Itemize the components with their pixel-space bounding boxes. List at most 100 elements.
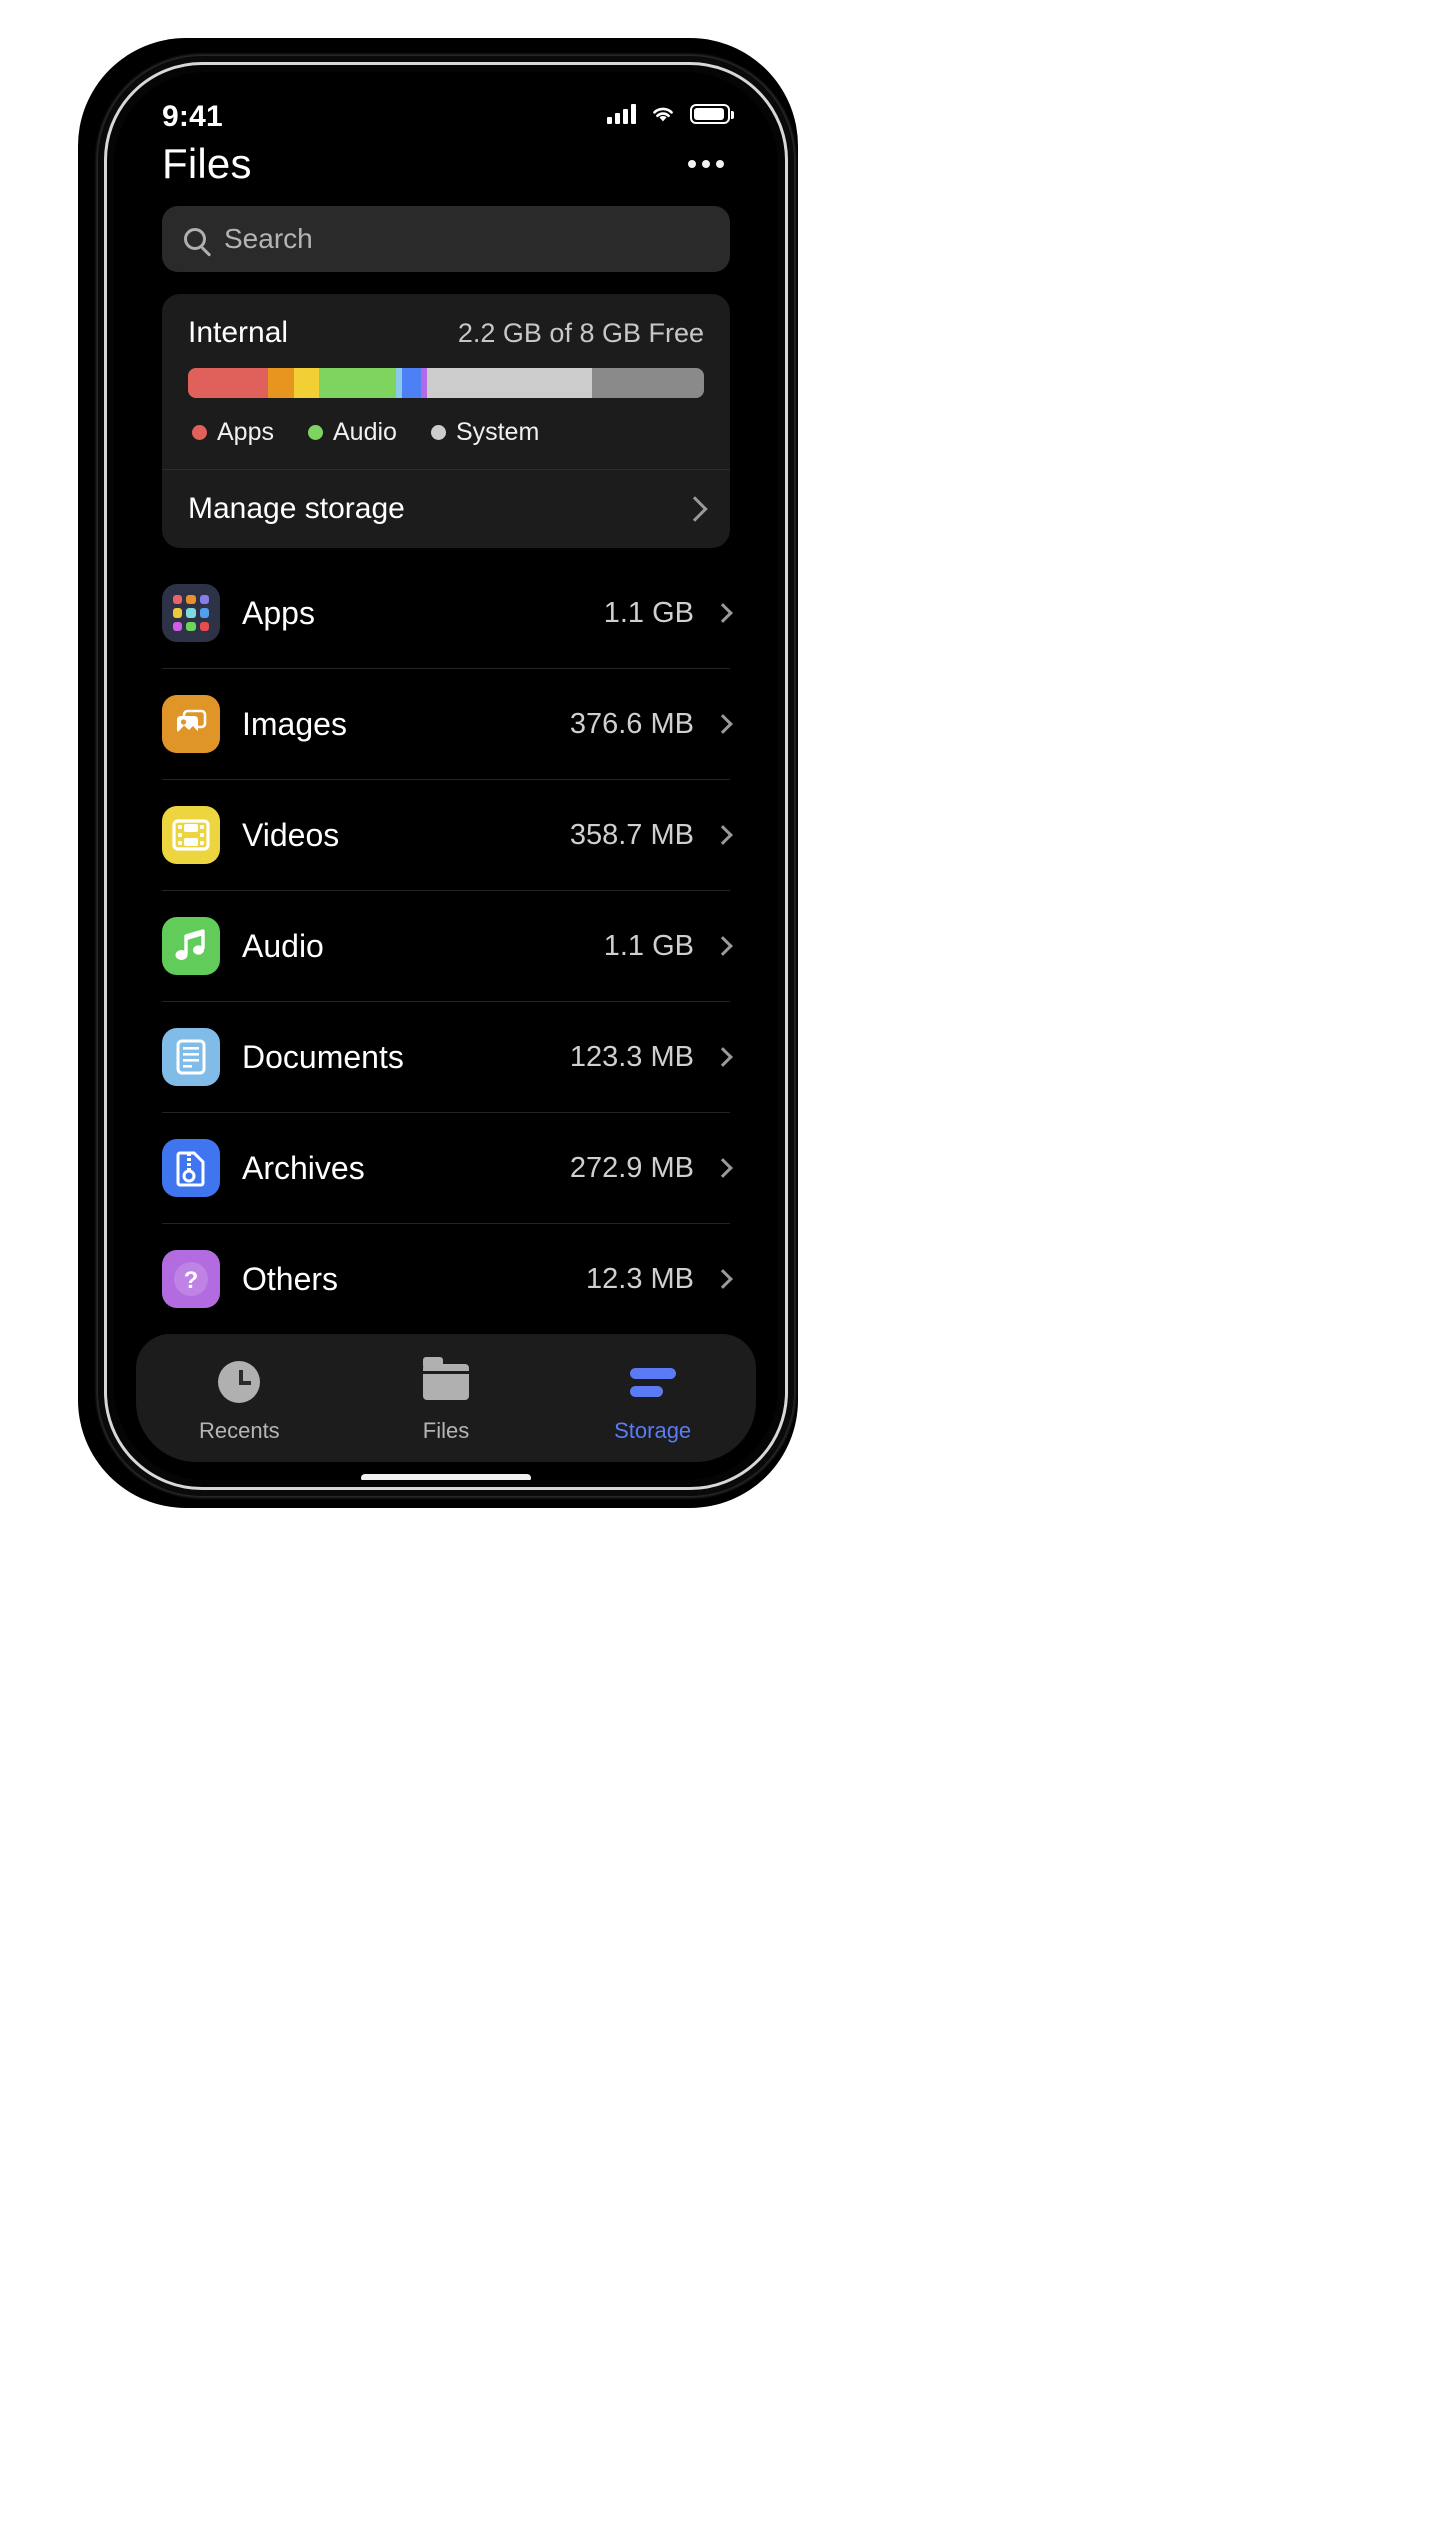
film-strip-glyph xyxy=(172,819,210,851)
photo-glyph xyxy=(177,709,207,733)
photo-icon xyxy=(162,695,220,753)
question-mark-glyph: ? xyxy=(174,1262,208,1296)
apps-grid-glyph xyxy=(173,595,209,631)
storage-legend: Apps Audio System xyxy=(188,398,704,469)
legend-dot-icon xyxy=(192,425,207,440)
storage-segment-system xyxy=(426,368,592,398)
category-label: Videos xyxy=(242,816,340,853)
folder-icon xyxy=(422,1357,469,1404)
search-icon xyxy=(184,228,206,250)
legend-item-apps: Apps xyxy=(192,418,274,447)
category-size: 272.9 MB xyxy=(569,1151,694,1184)
search-bar-container: Search xyxy=(114,198,778,272)
phone-screen-bezel: 9:41 Files Search Internal 2.2 GB of 8 G… xyxy=(114,72,778,1480)
question-mark-icon: ? xyxy=(162,1250,220,1308)
chevron-right-icon xyxy=(713,714,733,734)
page-title: Files xyxy=(162,140,252,187)
category-row-others[interactable]: ? Others 12.3 MB xyxy=(162,1224,733,1334)
storage-card: Internal 2.2 GB of 8 GB Free Apps Audio Sy… xyxy=(162,294,730,548)
background-plate xyxy=(872,550,888,800)
legend-label: System xyxy=(455,418,540,446)
tab-storage[interactable]: Storage xyxy=(550,1360,755,1444)
category-label: Audio xyxy=(242,927,324,964)
storage-segment-videos xyxy=(293,368,319,398)
storage-segment-free xyxy=(591,368,704,398)
category-row-apps[interactable]: Apps 1.1 GB xyxy=(162,558,733,669)
storage-segment-archives xyxy=(402,368,421,398)
legend-label: Audio xyxy=(332,418,397,446)
storage-card-header: Internal 2.2 GB of 8 GB Free xyxy=(188,316,704,350)
storage-segment-audio xyxy=(318,368,396,398)
chevron-right-icon xyxy=(713,603,733,623)
category-row-documents[interactable]: Documents 123.3 MB xyxy=(162,1002,733,1113)
navigation-bar: Files xyxy=(114,134,778,198)
category-label: Images xyxy=(242,705,347,742)
legend-item-system: System xyxy=(430,418,540,447)
tab-files[interactable]: Files xyxy=(344,1357,549,1444)
film-strip-icon xyxy=(162,806,220,864)
search-input[interactable]: Search xyxy=(162,206,730,272)
legend-dot-icon xyxy=(307,425,323,440)
cellular-signal-icon xyxy=(607,104,636,124)
chevron-right-icon xyxy=(713,936,733,956)
storage-volume-name: Internal xyxy=(188,316,289,349)
tab-bar-shell: Recents Files Storage xyxy=(114,1334,778,1480)
tab-label: Recents xyxy=(198,1418,280,1443)
app-screen: 9:41 Files Search Internal 2.2 GB of 8 G… xyxy=(114,72,778,1480)
category-label: Documents xyxy=(242,1038,404,1075)
category-size: 123.3 MB xyxy=(569,1040,694,1073)
search-placeholder: Search xyxy=(224,223,313,254)
bottom-tab-bar: Recents Files Storage xyxy=(136,1334,756,1462)
storage-card-body: Internal 2.2 GB of 8 GB Free Apps Audio Sy… xyxy=(162,294,730,469)
phone-device-frame: 9:41 Files Search Internal 2.2 GB of 8 G… xyxy=(104,62,788,1490)
legend-item-audio: Audio xyxy=(307,418,397,447)
more-options-icon[interactable] xyxy=(676,148,736,180)
category-size: 1.1 GB xyxy=(603,929,694,962)
document-icon xyxy=(162,1028,220,1086)
status-bar: 9:41 xyxy=(114,72,778,134)
battery-icon xyxy=(690,104,734,124)
storage-segment-images xyxy=(267,368,294,398)
storage-segment-apps xyxy=(188,368,268,398)
svg-text:?: ? xyxy=(184,1267,199,1294)
music-note-icon xyxy=(162,917,220,975)
storage-free-text: 2.2 GB of 8 GB Free xyxy=(457,318,704,348)
legend-dot-icon xyxy=(430,425,446,440)
wifi-icon xyxy=(653,107,673,122)
category-row-videos[interactable]: Videos 358.7 MB xyxy=(162,780,733,891)
chevron-right-icon xyxy=(713,1269,733,1289)
chevron-right-icon xyxy=(682,496,708,522)
chevron-right-icon xyxy=(713,1158,733,1178)
category-size: 358.7 MB xyxy=(569,818,694,851)
clock-icon xyxy=(218,1360,261,1404)
category-row-audio[interactable]: Audio 1.1 GB xyxy=(162,891,733,1002)
category-label: Archives xyxy=(242,1149,365,1186)
tab-label: Files xyxy=(422,1418,470,1443)
manage-storage-label: Manage storage xyxy=(188,492,405,525)
music-note-glyph xyxy=(175,929,205,960)
apps-grid-icon xyxy=(162,584,220,642)
zip-file-glyph xyxy=(176,1151,205,1187)
category-row-archives[interactable]: Archives 272.9 MB xyxy=(162,1113,733,1224)
category-size: 1.1 GB xyxy=(603,596,694,629)
storage-bars-icon xyxy=(629,1360,676,1404)
chevron-right-icon xyxy=(713,825,733,845)
tab-recents[interactable]: Recents xyxy=(137,1360,342,1444)
status-bar-icons xyxy=(607,100,734,124)
category-row-images[interactable]: Images 376.6 MB xyxy=(162,669,733,780)
manage-storage-button[interactable]: Manage storage xyxy=(162,469,730,548)
status-bar-clock: 9:41 xyxy=(162,100,223,133)
chevron-right-icon xyxy=(713,1047,733,1067)
category-label: Others xyxy=(242,1260,339,1297)
category-size: 12.3 MB xyxy=(586,1262,694,1295)
storage-card-container: Internal 2.2 GB of 8 GB Free Apps Audio Sy… xyxy=(114,272,778,548)
legend-label: Apps xyxy=(217,418,274,446)
home-indicator[interactable] xyxy=(114,1462,778,1480)
category-label: Apps xyxy=(242,594,315,631)
tab-label: Storage xyxy=(614,1418,692,1443)
storage-usage-bar xyxy=(188,368,704,398)
file-category-list: Apps 1.1 GB Images 376.6 MB Videos 358.7 MB Au… xyxy=(114,548,778,1334)
category-size: 376.6 MB xyxy=(569,707,694,740)
screenshot-canvas: 9:41 Files Search Internal 2.2 GB of 8 G… xyxy=(0,0,1440,2546)
document-glyph xyxy=(176,1039,206,1075)
